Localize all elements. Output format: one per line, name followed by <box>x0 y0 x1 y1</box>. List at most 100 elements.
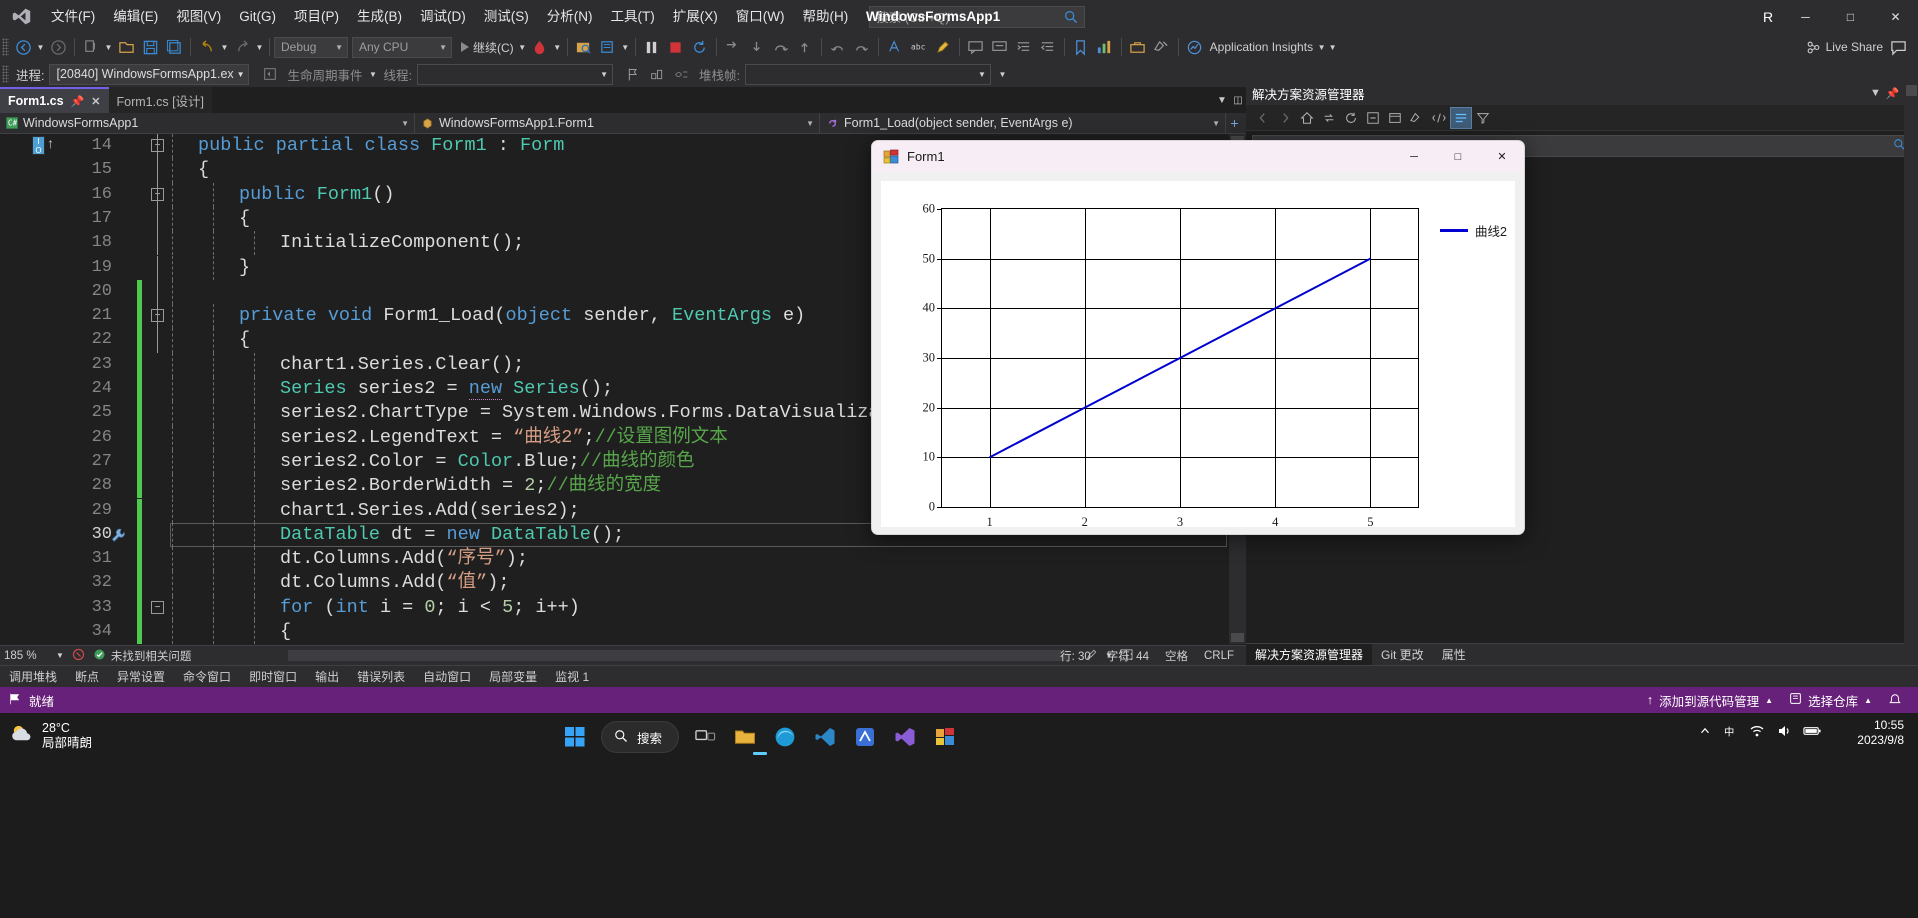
task-view-icon[interactable] <box>685 717 725 757</box>
menu-project[interactable]: 项目(P) <box>285 0 348 33</box>
zoom-chevron-icon[interactable]: ▼ <box>56 651 64 660</box>
properties-icon[interactable] <box>1406 107 1428 129</box>
outdent-icon[interactable] <box>1036 35 1060 59</box>
ime-indicator-icon[interactable] <box>883 35 907 59</box>
bp-tab-autos[interactable]: 自动窗口 <box>414 666 480 688</box>
account-avatar[interactable]: R <box>1753 0 1783 33</box>
hot-reload-icon[interactable] <box>528 35 552 59</box>
ime-tray-icon[interactable]: 中 <box>1723 724 1738 744</box>
bp-tab-watch-1[interactable]: 监视 1 <box>546 666 598 688</box>
forward-icon[interactable] <box>1274 107 1296 129</box>
bp-tab-immediate-window[interactable]: 即时窗口 <box>240 666 306 688</box>
tab-form1-cs-design[interactable]: Form1.cs [设计] <box>108 87 213 113</box>
menu-help[interactable]: 帮助(H) <box>793 0 857 33</box>
uncomment-icon[interactable] <box>988 35 1012 59</box>
refresh-icon[interactable] <box>1340 107 1362 129</box>
pin-icon[interactable]: 📌 <box>71 95 85 108</box>
step-back-icon[interactable] <box>826 35 850 59</box>
collapse-region-icon[interactable]: − <box>151 600 164 614</box>
chart-view-icon[interactable] <box>1093 35 1117 59</box>
stop-debug-icon[interactable] <box>664 35 688 59</box>
code-line[interactable]: 32 dt.Columns.Add(“值”); <box>0 571 1246 596</box>
form1-minimize-button[interactable]: ─ <box>1392 141 1436 172</box>
add-to-source-control-button[interactable]: ↑ 添加到源代码管理 ▲ <box>1639 687 1781 713</box>
continue-caret-icon[interactable]: ▼ <box>517 35 528 59</box>
step-out-icon[interactable] <box>793 35 817 59</box>
highlight-icon[interactable] <box>931 35 955 59</box>
step-down-icon[interactable] <box>745 35 769 59</box>
stackframe-combo[interactable]: ▼ <box>744 63 991 85</box>
continue-debug-button[interactable]: 继续(C) <box>458 39 517 56</box>
hot-reload-caret-icon[interactable]: ▼ <box>552 35 563 59</box>
code-line[interactable]: 31 dt.Columns.Add(“序号”); <box>0 547 1246 572</box>
close-button[interactable]: ✕ <box>1873 0 1918 33</box>
form1-close-button[interactable]: ✕ <box>1480 141 1524 172</box>
new-project-caret-icon[interactable]: ▼ <box>103 35 114 59</box>
breadcrumb-project[interactable]: C# WindowsFormsApp1 ▼ <box>0 112 415 134</box>
notifications-icon[interactable] <box>1880 687 1910 713</box>
menu-extensions[interactable]: 扩展(X) <box>664 0 727 33</box>
process-combo[interactable]: [20840] WindowsFormsApp1.ex ▼ <box>49 63 250 85</box>
scroll-down-arrow-icon[interactable] <box>1231 633 1244 642</box>
volume-icon[interactable] <box>1776 723 1792 744</box>
code-line[interactable]: 34 { <box>0 620 1246 644</box>
bp-tab-exception-settings[interactable]: 异常设置 <box>108 666 174 688</box>
visual-studio-taskbar-icon[interactable] <box>753 717 925 757</box>
pause-debug-icon[interactable] <box>640 35 664 59</box>
start-button-icon[interactable] <box>555 717 595 757</box>
solution-platform-combo[interactable]: Any CPU ▼ <box>352 36 452 58</box>
vscode-icon[interactable] <box>805 717 845 757</box>
back-icon[interactable] <box>1252 107 1274 129</box>
redo-icon[interactable] <box>230 35 254 59</box>
taskbar-weather-widget[interactable]: 28°C 局部晴朗 <box>8 721 92 751</box>
properties-window-icon[interactable] <box>1150 35 1174 59</box>
right-dock-rail[interactable] <box>1904 81 1918 665</box>
panel-menu-icon[interactable]: ▼ <box>1867 87 1884 99</box>
step-into-icon[interactable] <box>721 35 745 59</box>
collapse-all-icon[interactable] <box>1362 107 1384 129</box>
preview-selected-items-icon[interactable] <box>1428 107 1450 129</box>
undo-icon[interactable] <box>195 35 219 59</box>
bp-tab-command-window[interactable]: 命令窗口 <box>174 666 240 688</box>
restart-debug-icon[interactable] <box>688 35 712 59</box>
lifecycle-caret-icon[interactable]: ▼ <box>368 62 379 86</box>
undo-caret-icon[interactable]: ▼ <box>219 35 230 59</box>
toolbar-grip[interactable] <box>2 38 9 56</box>
form1-title-bar[interactable]: Form1 ─ □ ✕ <box>872 141 1524 172</box>
toolbar-overflow-icon[interactable]: ▼ <box>1327 35 1338 59</box>
live-share-button[interactable]: Live Share <box>1803 40 1886 55</box>
breadcrumb-member[interactable]: Form1_Load(object sender, EventArgs e) ▼ <box>820 112 1226 134</box>
bookmark-icon[interactable] <box>1069 35 1093 59</box>
thread-combo[interactable]: ▼ <box>416 63 613 85</box>
step-over-icon[interactable] <box>769 35 793 59</box>
navigate-forward-icon[interactable] <box>46 35 70 59</box>
menu-git[interactable]: Git(G) <box>230 0 285 33</box>
bp-tab-output[interactable]: 输出 <box>306 666 348 688</box>
chart1-control[interactable]: 0 10 20 30 40 50 60 1 2 3 4 5 曲线2 <box>881 181 1515 529</box>
tab-list-chevron-icon[interactable]: ▼ <box>1214 95 1230 106</box>
thread-filter-icon[interactable] <box>670 62 694 86</box>
taskbar-clock[interactable]: 10:55 2023/9/8 <box>1857 718 1904 748</box>
save-icon[interactable] <box>138 35 162 59</box>
debug-toolbar-overflow-icon[interactable]: ▼ <box>997 62 1008 86</box>
winforms-app-taskbar-icon[interactable] <box>753 717 965 757</box>
menu-analyze[interactable]: 分析(N) <box>538 0 602 33</box>
redo-caret-icon[interactable]: ▼ <box>254 35 265 59</box>
show-threads-icon[interactable] <box>646 62 670 86</box>
menu-edit[interactable]: 编辑(E) <box>104 0 167 33</box>
app-insights-button[interactable]: Application Insights <box>1207 40 1316 54</box>
solution-explorer-view-toggle-icon[interactable] <box>1450 106 1472 129</box>
step-config-caret-icon[interactable]: ▼ <box>620 35 631 59</box>
quick-actions-wrench-icon[interactable] <box>110 527 127 549</box>
menu-view[interactable]: 视图(V) <box>167 0 230 33</box>
app-icon-1[interactable] <box>845 717 885 757</box>
solution-explorer-filter-icon[interactable] <box>1472 107 1494 129</box>
indent-icon[interactable] <box>1012 35 1036 59</box>
bp-tab-error-list[interactable]: 错误列表 <box>348 666 414 688</box>
menu-window[interactable]: 窗口(W) <box>727 0 794 33</box>
tab-form1-cs[interactable]: Form1.cs 📌 ✕ <box>0 87 109 113</box>
menu-debug[interactable]: 调试(D) <box>411 0 475 33</box>
line-ending-label[interactable]: CRLF <box>1196 646 1242 666</box>
menu-test[interactable]: 测试(S) <box>475 0 538 33</box>
flag-thread-icon[interactable] <box>622 62 646 86</box>
